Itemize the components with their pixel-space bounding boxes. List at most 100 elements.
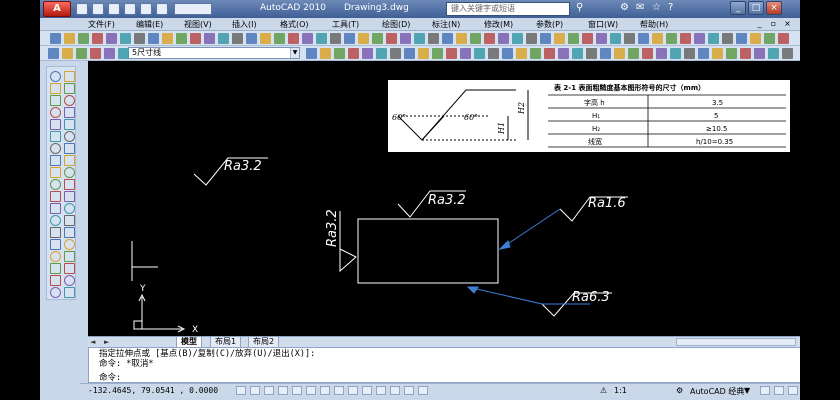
standard-tool-icon[interactable] <box>64 33 75 44</box>
horizontal-scrollbar[interactable] <box>676 338 796 346</box>
status-tray-button[interactable] <box>788 386 798 395</box>
draw-tool-icon[interactable] <box>50 155 61 166</box>
draw-tool-icon[interactable] <box>50 107 61 118</box>
standard-tool-icon[interactable] <box>764 33 775 44</box>
standard-tool-icon[interactable] <box>498 33 509 44</box>
status-tray-button[interactable] <box>760 386 770 395</box>
standard-tool-icon[interactable] <box>442 33 453 44</box>
doc-close-icon[interactable]: × <box>782 19 793 29</box>
menu-dimension[interactable]: 标注(N) <box>432 19 460 30</box>
drafting-toggle-button[interactable] <box>278 386 288 395</box>
standard-tool-icon[interactable] <box>148 33 159 44</box>
annotation-scale[interactable]: 1:1 <box>614 386 627 395</box>
minimize-button[interactable]: _ <box>730 1 746 15</box>
doc-restore-icon[interactable]: ▫ <box>768 19 779 29</box>
property-tool-icon[interactable] <box>698 48 709 59</box>
drafting-toggle-button[interactable] <box>390 386 400 395</box>
modify-tool-icon[interactable] <box>64 215 75 226</box>
draw-tool-icon[interactable] <box>50 263 61 274</box>
property-tool-icon[interactable] <box>404 48 415 59</box>
open-icon[interactable] <box>92 3 104 15</box>
draw-tool-icon[interactable] <box>50 275 61 286</box>
help-icon[interactable]: ? <box>668 2 673 13</box>
standard-tool-icon[interactable] <box>288 33 299 44</box>
standard-tool-icon[interactable] <box>330 33 341 44</box>
standard-tool-icon[interactable] <box>624 33 635 44</box>
standard-tool-icon[interactable] <box>512 33 523 44</box>
draw-tool-icon[interactable] <box>50 167 61 178</box>
draw-tool-icon[interactable] <box>50 203 61 214</box>
property-tool-icon[interactable] <box>432 48 443 59</box>
command-prompt[interactable]: 命令: <box>99 373 121 383</box>
standard-tool-icon[interactable] <box>106 33 117 44</box>
modify-tool-icon[interactable] <box>64 191 75 202</box>
drafting-toggle-button[interactable] <box>264 386 274 395</box>
drafting-toggle-button[interactable] <box>306 386 316 395</box>
standard-tool-icon[interactable] <box>456 33 467 44</box>
property-tool-icon[interactable] <box>572 48 583 59</box>
property-tool-icon[interactable] <box>642 48 653 59</box>
drafting-toggle-button[interactable] <box>320 386 330 395</box>
menu-format[interactable]: 格式(O) <box>280 19 309 30</box>
drafting-toggle-button[interactable] <box>418 386 428 395</box>
draw-tool-icon[interactable] <box>50 71 61 82</box>
draw-tool-icon[interactable] <box>50 239 61 250</box>
modify-tool-icon[interactable] <box>64 71 75 82</box>
modify-tool-icon[interactable] <box>64 167 75 178</box>
application-menu-button[interactable]: A <box>43 1 71 17</box>
modify-tool-icon[interactable] <box>64 239 75 250</box>
modify-tool-icon[interactable] <box>64 95 75 106</box>
standard-tool-icon[interactable] <box>694 33 705 44</box>
property-tool-icon[interactable] <box>586 48 597 59</box>
command-window[interactable]: 指定拉伸点或 [基点(B)/复制(C)/放弃(U)/退出(X)]: 命令: *取… <box>88 347 800 383</box>
property-tool-icon[interactable] <box>614 48 625 59</box>
standard-tool-icon[interactable] <box>260 33 271 44</box>
workspace-name[interactable]: AutoCAD 经典 <box>690 386 744 397</box>
draw-tool-icon[interactable] <box>50 251 61 262</box>
communication-icon[interactable]: ✉ <box>636 2 644 13</box>
standard-tool-icon[interactable] <box>652 33 663 44</box>
redo-icon[interactable] <box>156 3 168 15</box>
draw-tool-icon[interactable] <box>50 131 61 142</box>
standard-tool-icon[interactable] <box>50 33 61 44</box>
standard-tool-icon[interactable] <box>78 33 89 44</box>
drafting-toggle-button[interactable] <box>376 386 386 395</box>
standard-tool-icon[interactable] <box>204 33 215 44</box>
menu-insert[interactable]: 插入(I) <box>232 19 257 30</box>
draw-tool-icon[interactable] <box>50 227 61 238</box>
standard-tool-icon[interactable] <box>638 33 649 44</box>
search-binoculars-icon[interactable]: ⚲ <box>576 2 583 13</box>
standard-tool-icon[interactable] <box>120 33 131 44</box>
standard-tool-icon[interactable] <box>554 33 565 44</box>
property-tool-icon[interactable] <box>544 48 555 59</box>
property-tool-icon[interactable] <box>488 48 499 59</box>
property-tool-icon[interactable] <box>656 48 667 59</box>
draw-tool-icon[interactable] <box>50 143 61 154</box>
modify-tool-icon[interactable] <box>64 131 75 142</box>
menu-view[interactable]: 视图(V) <box>184 19 212 30</box>
property-tool-icon[interactable] <box>348 48 359 59</box>
doc-minimize-icon[interactable]: _ <box>754 19 765 29</box>
standard-tool-icon[interactable] <box>134 33 145 44</box>
menu-edit[interactable]: 编辑(E) <box>136 19 163 30</box>
standard-tool-icon[interactable] <box>232 33 243 44</box>
property-tool-icon[interactable] <box>460 48 471 59</box>
standard-tool-icon[interactable] <box>778 33 789 44</box>
standard-tool-icon[interactable] <box>610 33 621 44</box>
modify-tool-icon[interactable] <box>64 227 75 238</box>
draw-tool-icon[interactable] <box>50 215 61 226</box>
modify-tool-icon[interactable] <box>64 143 75 154</box>
workspace-switch-icon[interactable]: ⚙ <box>676 386 683 395</box>
standard-tool-icon[interactable] <box>316 33 327 44</box>
menu-draw[interactable]: 绘图(D) <box>382 19 410 30</box>
save-icon[interactable] <box>108 3 120 15</box>
standard-tool-icon[interactable] <box>750 33 761 44</box>
property-tool-icon[interactable] <box>376 48 387 59</box>
chevron-down-icon[interactable]: ▼ <box>744 386 750 395</box>
drafting-toggle-button[interactable] <box>404 386 414 395</box>
drafting-toggle-button[interactable] <box>334 386 344 395</box>
property-tool-icon[interactable] <box>390 48 401 59</box>
property-tool-icon[interactable] <box>754 48 765 59</box>
annotation-scale-icon[interactable]: ⚠ <box>600 386 607 395</box>
property-tool-icon[interactable] <box>712 48 723 59</box>
